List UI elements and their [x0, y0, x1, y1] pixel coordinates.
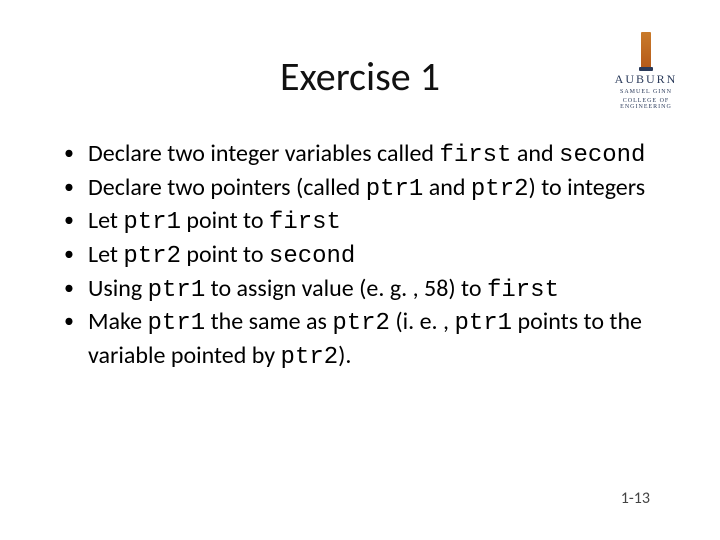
- code-span: first: [439, 142, 511, 169]
- bullet-text: ) to integers: [529, 173, 646, 202]
- code-span: second: [559, 142, 645, 169]
- code-span: ptr1: [123, 209, 181, 236]
- code-span: ptr1: [148, 277, 206, 304]
- bullet-item: Declare two pointers (called ptr1 and pt…: [58, 172, 660, 206]
- bullet-text: Make: [88, 307, 148, 336]
- bullet-item: Let ptr2 point to second: [58, 239, 660, 273]
- bullet-text: ).: [338, 341, 351, 370]
- bullet-text: (i. e. ,: [390, 307, 455, 336]
- bullet-text: Declare two integer variables called: [88, 139, 439, 168]
- slide-content: Declare two integer variables called fir…: [58, 138, 660, 374]
- bullet-item: Declare two integer variables called fir…: [58, 138, 660, 172]
- code-span: ptr1: [454, 310, 512, 337]
- bullet-text: Let: [88, 206, 123, 235]
- slide-title: Exercise 1: [0, 52, 720, 101]
- bullet-text: Declare two pointers (called: [88, 173, 366, 202]
- bullet-text: and: [511, 139, 559, 168]
- bullet-text: and: [423, 173, 471, 202]
- bullet-item: Let ptr1 point to first: [58, 205, 660, 239]
- slide: AUBURN SAMUEL GINN COLLEGE OF ENGINEERIN…: [0, 0, 720, 540]
- code-span: second: [269, 243, 355, 270]
- code-span: ptr2: [471, 176, 529, 203]
- code-span: ptr2: [281, 344, 339, 371]
- bullet-item: Make ptr1 the same as ptr2 (i. e. , ptr1…: [58, 306, 660, 373]
- code-span: first: [269, 209, 341, 236]
- code-span: first: [487, 277, 559, 304]
- page-number: 1-13: [621, 489, 650, 508]
- bullet-text: Let: [88, 240, 123, 269]
- bullet-list: Declare two integer variables called fir…: [58, 138, 660, 374]
- code-span: ptr2: [123, 243, 181, 270]
- bullet-item: Using ptr1 to assign value (e. g. , 58) …: [58, 273, 660, 307]
- code-span: ptr2: [332, 310, 390, 337]
- code-span: ptr1: [366, 176, 424, 203]
- bullet-text: point to: [181, 206, 269, 235]
- bullet-text: the same as: [205, 307, 332, 336]
- bullet-text: point to: [181, 240, 269, 269]
- code-span: ptr1: [148, 310, 206, 337]
- bullet-text: Using: [88, 274, 148, 303]
- bullet-text: to assign value (e. g. , 58) to: [205, 274, 487, 303]
